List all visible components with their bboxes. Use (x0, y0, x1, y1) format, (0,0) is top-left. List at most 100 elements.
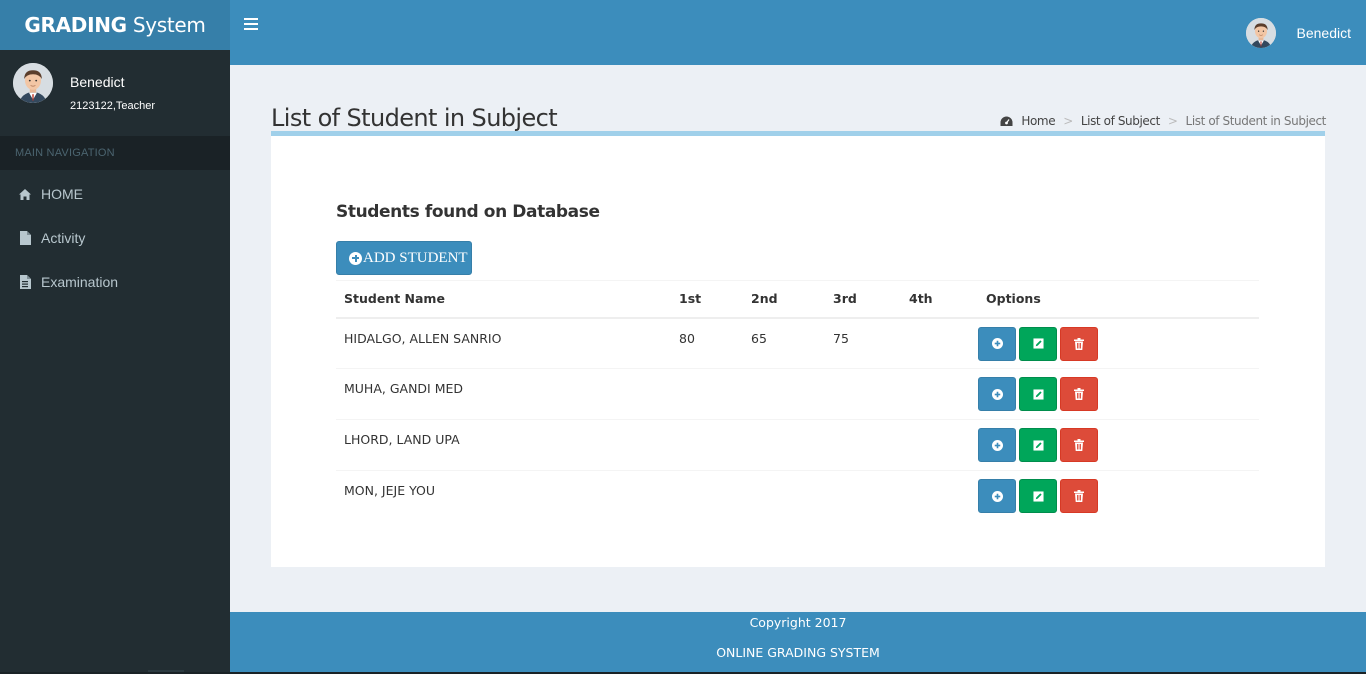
edit-icon (1032, 439, 1044, 451)
grade-3rd-cell: 75 (833, 330, 849, 346)
sidebar-user-name: Benedict (70, 74, 125, 90)
grade-4th-cell (901, 318, 978, 369)
breadcrumb: Home > List of Subject > List of Student… (1000, 114, 1326, 128)
box-subtitle: Students found on Database (336, 202, 600, 222)
students-table: Student Name 1st 2nd 3rd 4th Options HID… (336, 280, 1259, 522)
grade-1st-cell (671, 471, 743, 522)
grade-2nd-cell (743, 471, 825, 522)
sidebar-user-role: 2123122,Teacher (70, 100, 156, 112)
grade-4th-cell (901, 420, 978, 471)
plus-circle-icon (349, 251, 362, 265)
breadcrumb-separator: > (1167, 114, 1178, 128)
delete-button[interactable] (1060, 479, 1098, 513)
user-panel: Benedict 2123122,Teacher (0, 50, 230, 136)
add-student-label: ADD STUDENT (363, 249, 468, 266)
sidebar-item-label: HOME (41, 186, 83, 202)
logo-rest: System (126, 13, 206, 37)
student-name-cell: MUHA, GANDI MED (344, 381, 464, 396)
sidebar-item-activity[interactable]: Activity (0, 216, 230, 260)
grade-2nd-cell: 65 (751, 330, 767, 346)
avatar (13, 63, 53, 103)
hamburger-icon[interactable] (244, 18, 258, 32)
delete-button[interactable] (1060, 326, 1098, 361)
options-cell (978, 318, 1259, 369)
app-logo[interactable]: GRADING System (0, 0, 230, 50)
edit-icon (1032, 490, 1044, 502)
grade-3rd-cell (825, 420, 901, 471)
breadcrumb-home[interactable]: Home (1021, 114, 1055, 128)
footer-system-name: ONLINE GRADING SYSTEM (716, 645, 880, 660)
col-header-options: Options (986, 291, 1041, 307)
sidebar-item-examination[interactable]: Examination (0, 260, 230, 304)
breadcrumb-separator: > (1063, 114, 1073, 128)
add-student-button[interactable]: ADD STUDENT (336, 241, 472, 275)
top-navbar: Benedict (230, 0, 1366, 65)
trash-icon (1074, 337, 1084, 350)
breadcrumb-current: List of Student in Subject (1185, 114, 1327, 128)
col-header-3rd: 3rd (833, 291, 857, 307)
grade-1st-cell (671, 420, 743, 471)
home-icon (18, 187, 32, 201)
student-name-cell: MON, JEJE YOU (344, 483, 436, 498)
trash-icon (1074, 388, 1084, 400)
avatar (1245, 18, 1276, 48)
student-name-cell: LHORD, LAND UPA (344, 432, 460, 447)
col-header-4th: 4th (909, 291, 933, 307)
edit-button[interactable] (1019, 479, 1057, 513)
file-text-icon (18, 275, 32, 289)
user-menu[interactable]: Benedict (1245, 17, 1351, 49)
footer: Copyright 2017 ONLINE GRADING SYSTEM (230, 612, 1366, 674)
table-row: MUHA, GANDI MED (336, 369, 1259, 420)
grade-4th-cell (901, 471, 978, 522)
students-box: Students found on Database ADD STUDENT S… (271, 131, 1325, 567)
grade-4th-cell (901, 369, 978, 420)
trash-icon (1074, 439, 1084, 451)
add-grade-button[interactable] (978, 377, 1016, 411)
plus-circle-icon (991, 490, 1003, 502)
edit-button[interactable] (1019, 326, 1057, 361)
grade-2nd-cell (743, 420, 825, 471)
edit-icon (1032, 388, 1044, 400)
navbar-user-name: Benedict (1296, 25, 1351, 41)
edit-button[interactable] (1019, 428, 1057, 462)
logo-bold: GRADING (24, 13, 127, 37)
edit-button[interactable] (1019, 377, 1057, 411)
sidebar-item-label: Examination (41, 274, 119, 290)
breadcrumb-subjects[interactable]: List of Subject (1081, 114, 1160, 128)
plus-circle-icon (991, 338, 1003, 349)
student-name-cell: HIDALGO, ALLEN SANRIO (344, 330, 502, 346)
table-row: MON, JEJE YOU (336, 471, 1259, 522)
page-title: List of Student in Subject (271, 104, 558, 132)
grade-3rd-cell (825, 369, 901, 420)
table-row: HIDALGO, ALLEN SANRIO 80 65 75 (336, 318, 1259, 369)
footer-copyright: Copyright 2017 (749, 615, 847, 630)
grade-1st-cell (671, 369, 743, 420)
sidebar: Benedict 2123122,Teacher MAIN NAVIGATION… (0, 50, 230, 674)
grade-3rd-cell (825, 471, 901, 522)
sidebar-menu: HOME Activity Examination (0, 172, 230, 304)
add-grade-button[interactable] (978, 326, 1016, 361)
dashboard-icon (1000, 116, 1013, 127)
sidebar-item-label: Activity (41, 230, 86, 246)
grade-1st-cell: 80 (679, 330, 695, 346)
col-header-1st: 1st (679, 291, 702, 307)
delete-button[interactable] (1060, 428, 1098, 462)
trash-icon (1074, 490, 1084, 502)
options-cell (978, 420, 1259, 471)
table-row: LHORD, LAND UPA (336, 420, 1259, 471)
plus-circle-icon (991, 388, 1003, 400)
add-grade-button[interactable] (978, 479, 1016, 513)
options-cell (978, 471, 1259, 522)
grade-2nd-cell (743, 369, 825, 420)
sidebar-item-home[interactable]: HOME (0, 172, 230, 216)
nav-header: MAIN NAVIGATION (0, 136, 230, 170)
table-header-row: Student Name 1st 2nd 3rd 4th Options (336, 280, 1259, 318)
delete-button[interactable] (1060, 377, 1098, 411)
add-grade-button[interactable] (978, 428, 1016, 462)
col-header-name: Student Name (344, 291, 445, 307)
plus-circle-icon (991, 439, 1003, 451)
col-header-2nd: 2nd (751, 291, 778, 307)
file-icon (18, 231, 32, 245)
edit-icon (1032, 338, 1044, 349)
options-cell (978, 369, 1259, 420)
